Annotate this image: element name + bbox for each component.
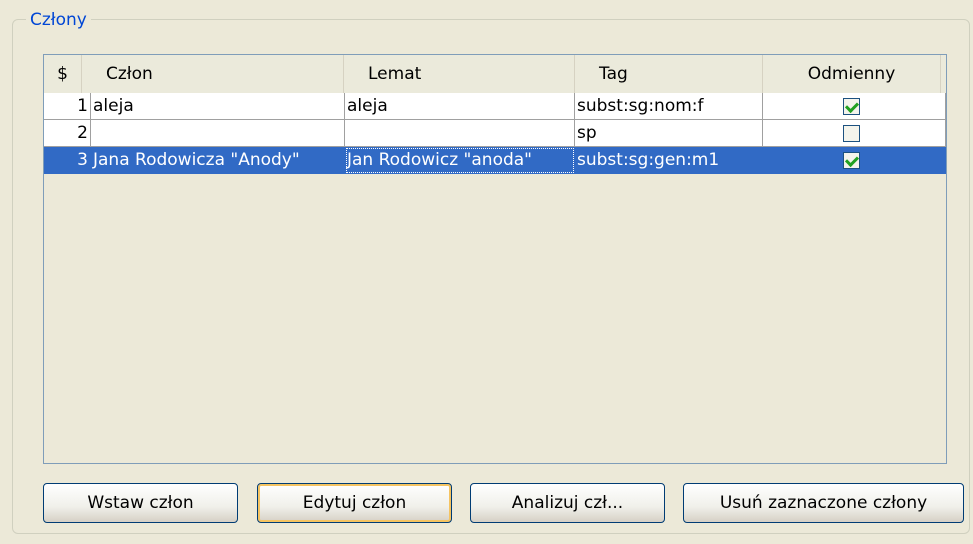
group-title: Człony (26, 9, 91, 31)
odmienny-cell (763, 147, 946, 174)
table-header: $ Człon Lemat Tag Odmienny (44, 55, 946, 94)
odmienny-cell (763, 93, 946, 120)
czlon-cell[interactable] (91, 120, 345, 147)
lemat-cell[interactable] (345, 120, 575, 147)
table-row[interactable]: 2 sp (44, 120, 946, 147)
analyze-member-button[interactable]: Analizuj czł... (470, 483, 665, 523)
lemat-cell[interactable]: aleja (345, 93, 575, 120)
column-header-lemat[interactable]: Lemat (344, 55, 575, 93)
column-header-czlon[interactable]: Człon (82, 55, 344, 93)
members-table[interactable]: $ Człon Lemat Tag Odmienny 1 aleja aleja… (43, 54, 947, 464)
lemat-cell-focused[interactable]: Jan Rodowicz "anoda" (345, 147, 575, 174)
delete-selected-members-button[interactable]: Usuń zaznaczone człony (683, 483, 964, 523)
czlon-cell[interactable]: aleja (91, 93, 345, 120)
odmienny-checkbox[interactable] (843, 152, 860, 169)
row-number: 1 (44, 93, 91, 120)
column-header-tag[interactable]: Tag (575, 55, 763, 93)
insert-member-button[interactable]: Wstaw człon (43, 483, 238, 523)
odmienny-checkbox[interactable] (843, 125, 860, 142)
column-header-number[interactable]: $ (44, 55, 82, 93)
table-row[interactable]: 1 aleja aleja subst:sg:nom:f (44, 93, 946, 120)
tag-cell[interactable]: subst:sg:nom:f (575, 93, 763, 120)
column-header-odmienny[interactable]: Odmienny (763, 55, 941, 93)
tag-cell[interactable]: subst:sg:gen:m1 (575, 147, 763, 174)
table-row-selected[interactable]: 3 Jana Rodowicza "Anody" Jan Rodowicz "a… (44, 147, 946, 174)
odmienny-cell (763, 120, 946, 147)
czlon-cell[interactable]: Jana Rodowicza "Anody" (91, 147, 345, 174)
row-number: 2 (44, 120, 91, 147)
tag-cell[interactable]: sp (575, 120, 763, 147)
odmienny-checkbox[interactable] (843, 98, 860, 115)
row-number: 3 (44, 147, 91, 174)
edit-member-button[interactable]: Edytuj człon (257, 483, 452, 523)
